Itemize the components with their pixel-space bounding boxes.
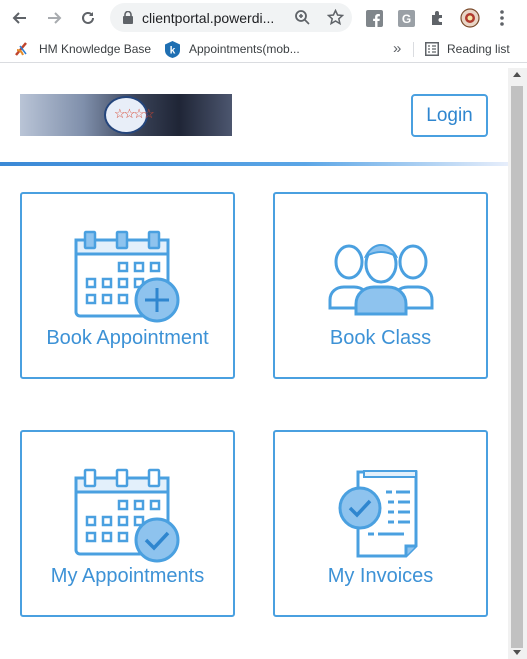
scroll-thumb[interactable] <box>511 86 523 648</box>
overflow-chevron-icon: » <box>393 39 402 57</box>
logo-figures-icon: ☆☆☆☆ <box>114 106 155 121</box>
bookmarks-overflow-button[interactable]: » <box>393 39 401 57</box>
extensions-button[interactable] <box>426 6 450 30</box>
scroll-up-arrow-icon[interactable] <box>513 72 521 77</box>
page-scrollbar[interactable] <box>508 68 527 659</box>
reading-list-icon <box>425 42 439 56</box>
invoice-icon <box>338 470 417 558</box>
browser-menu-button[interactable] <box>490 6 514 30</box>
book-class-label: Book Class <box>329 327 432 349</box>
reload-button[interactable] <box>76 6 100 30</box>
reading-list-label: Reading list <box>447 42 510 56</box>
hm-favicon-icon <box>15 42 27 56</box>
site-header: ☆☆☆☆ Login <box>0 68 508 162</box>
bookmarks-bar: HM Knowledge Base k Appointments(mob... … <box>0 36 527 63</box>
svg-text:G: G <box>401 12 410 26</box>
company-logo[interactable]: ☆☆☆☆ <box>20 94 232 136</box>
facebook-extension-button[interactable] <box>362 6 386 30</box>
bookmarks-separator <box>413 42 414 57</box>
lock-icon <box>123 11 133 24</box>
profile-button[interactable] <box>458 6 482 30</box>
my-appointments-label: My Appointments <box>50 565 205 587</box>
book-appointment-label: Book Appointment <box>46 327 209 349</box>
profile-avatar-icon <box>460 8 480 28</box>
zoom-icon[interactable] <box>294 9 311 26</box>
bookmark-label: HM Knowledge Base <box>39 42 152 56</box>
book-class-tile[interactable]: Book Class <box>273 192 488 379</box>
my-invoices-tile[interactable]: My Invoices <box>273 430 488 617</box>
my-appointments-tile[interactable]: My Appointments <box>20 430 235 617</box>
group-icon <box>328 243 433 316</box>
back-button[interactable] <box>8 6 32 30</box>
browser-toolbar: clientportal.powerdi... G <box>0 0 527 36</box>
back-arrow-icon <box>12 12 26 24</box>
calendar-check-icon <box>74 468 179 563</box>
url-text: clientportal.powerdi... <box>142 10 275 26</box>
header-divider <box>0 162 508 166</box>
address-bar[interactable]: clientportal.powerdi... <box>110 3 352 32</box>
svg-text:k: k <box>170 45 176 56</box>
g-extension-icon: G <box>397 9 415 27</box>
kebab-menu-icon <box>500 10 504 26</box>
forward-button[interactable] <box>42 6 66 30</box>
bookmark-label: Appointments(mob... <box>189 42 300 56</box>
puzzle-icon <box>432 11 442 25</box>
facebook-icon <box>365 9 383 27</box>
reload-icon <box>82 11 94 24</box>
k-favicon-icon: k <box>165 40 180 58</box>
book-appointment-tile[interactable]: Book Appointment <box>20 192 235 379</box>
forward-arrow-icon <box>48 12 62 24</box>
my-invoices-label: My Invoices <box>327 565 434 587</box>
grammarly-extension-button[interactable]: G <box>394 6 418 30</box>
bookmark-hm-knowledge-base[interactable]: HM Knowledge Base <box>14 40 151 58</box>
login-button[interactable]: Login <box>411 94 488 137</box>
bookmark-star-icon[interactable] <box>327 9 344 26</box>
reading-list-button[interactable]: Reading list <box>425 40 510 58</box>
bookmark-appointments[interactable]: k Appointments(mob... <box>165 40 300 58</box>
scroll-down-arrow-icon[interactable] <box>513 650 521 655</box>
page-viewport: ☆☆☆☆ Login Book Appointment Book Class M… <box>0 68 527 659</box>
calendar-plus-icon <box>74 230 179 323</box>
